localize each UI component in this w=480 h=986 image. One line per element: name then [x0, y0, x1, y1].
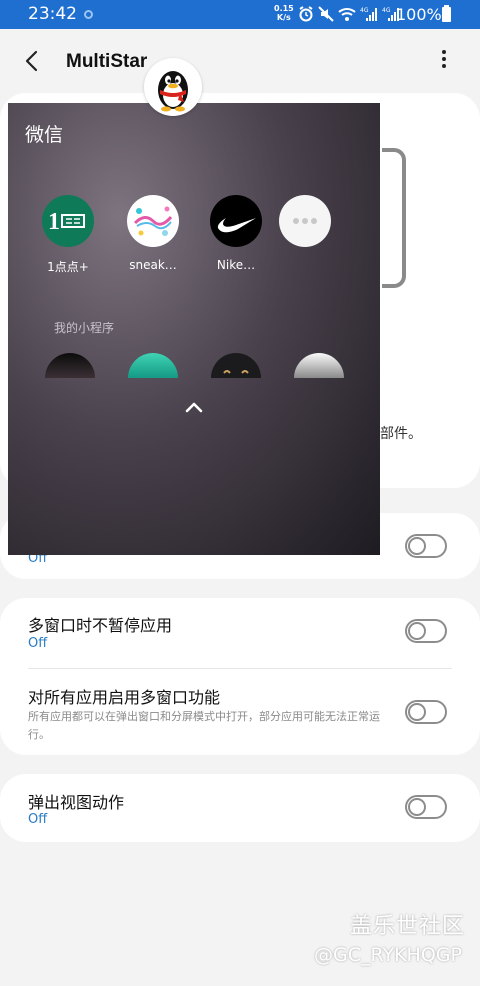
svg-text:4G: 4G	[360, 7, 369, 14]
setting-description: 所有应用都可以在弹出窗口和分屏模式中打开，部分应用可能无法正常运行。	[28, 710, 380, 741]
more-dot-icon	[442, 50, 446, 54]
popup-title: 微信	[25, 124, 64, 146]
mini-app-1diandian[interactable]: 1 1点点+	[28, 195, 108, 275]
notification-dot-icon	[84, 10, 93, 19]
battery-icon	[442, 5, 451, 22]
wifi-icon	[338, 8, 356, 21]
watermark-site: 盖乐世社区	[350, 914, 466, 939]
nike-swoosh-icon	[210, 195, 262, 247]
mini-program-icon[interactable]	[294, 353, 344, 378]
network-speed: 0.15 K/s	[274, 4, 294, 22]
preview-caption-tail: 部件。	[380, 426, 422, 442]
app-label: 1点点+	[47, 260, 89, 274]
more-icon	[279, 195, 331, 247]
phone-frame-preview	[382, 148, 406, 288]
more-dot-icon	[442, 57, 446, 61]
penguin-icon	[158, 71, 188, 112]
more-dot-icon	[442, 64, 446, 68]
1diandian-logo-icon: 1	[42, 195, 94, 247]
wechat-popup-window[interactable]: 微信 1 1点点+ sneak… Nike… 我的小程序	[8, 103, 380, 555]
setting-title: 多窗口时不暂停应用	[28, 616, 173, 635]
qq-avatar-icon[interactable]	[144, 58, 202, 116]
multiwindow-all-apps-toggle[interactable]	[405, 700, 447, 724]
watermark-user: @GC_RYKHQGP	[314, 944, 462, 966]
back-arrow-icon	[25, 50, 38, 72]
setting-title: 弹出视图动作	[28, 793, 125, 812]
more-options-button[interactable]	[430, 47, 458, 75]
setting-status: Off	[28, 812, 48, 827]
mini-program-icon[interactable]	[45, 353, 95, 378]
keep-apps-running-toggle[interactable]	[405, 619, 447, 643]
svg-text:1: 1	[48, 209, 60, 235]
setting-title: 对所有应用启用多窗口功能	[28, 688, 221, 707]
page-title: MultiStar	[66, 51, 148, 72]
toggle-knob	[408, 537, 426, 555]
svg-text:4G: 4G	[382, 7, 391, 14]
setting-card: 弹出视图动作 Off	[0, 774, 480, 842]
app-bar: MultiStar	[0, 29, 480, 93]
status-time: 23:42	[28, 4, 77, 24]
app-label: sneak…	[129, 258, 177, 272]
toggle-knob	[408, 798, 426, 816]
mini-app-nike[interactable]: Nike…	[196, 195, 276, 272]
mute-icon	[318, 6, 334, 22]
sneaker-logo-icon	[127, 195, 179, 247]
setting-toggle[interactable]	[405, 534, 447, 558]
app-label: Nike…	[216, 258, 256, 272]
alarm-icon	[299, 6, 313, 22]
toggle-knob	[408, 622, 426, 640]
setting-card: 多窗口时不暂停应用 Off 对所有应用启用多窗口功能 所有应用都可以在弹出窗口和…	[0, 598, 480, 755]
signal-4g-icon: 4G	[360, 7, 377, 21]
setting-status: Off	[28, 636, 48, 651]
collapse-chevron-up-icon[interactable]	[182, 398, 206, 418]
more-apps-button[interactable]	[265, 195, 345, 247]
mini-app-sneaker[interactable]: sneak…	[113, 195, 193, 272]
status-bar: 23:42 0.15 K/s 4G 4G 100%	[0, 0, 480, 29]
popup-view-action-toggle[interactable]	[405, 795, 447, 819]
mini-program-icon[interactable]	[211, 353, 261, 378]
toggle-knob	[408, 703, 426, 721]
divider	[28, 668, 452, 669]
my-mini-programs-label: 我的小程序	[54, 321, 115, 335]
back-button[interactable]	[16, 45, 48, 77]
battery-percent: 100%	[396, 5, 442, 24]
mini-program-icon[interactable]	[128, 353, 178, 378]
